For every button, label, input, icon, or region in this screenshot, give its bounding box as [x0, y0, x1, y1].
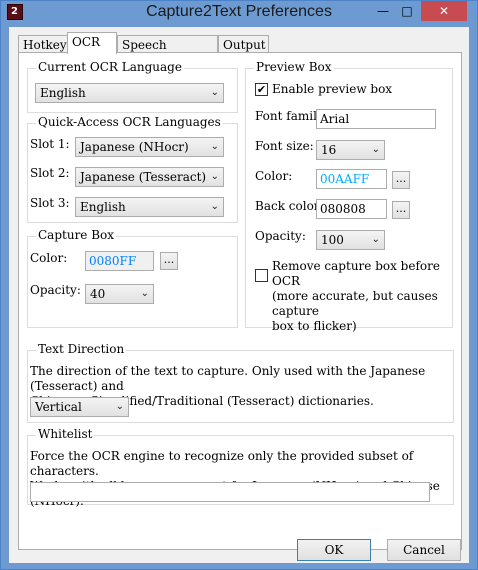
- preview-color-value: 00AAFF: [320, 172, 370, 186]
- whitelist-input[interactable]: [30, 482, 430, 502]
- remove-capture-box-label: Remove capture box before OCR (more accu…: [272, 259, 452, 334]
- back-color-field[interactable]: 080808: [316, 199, 387, 219]
- slot-2-value: Japanese (Tesseract): [80, 170, 207, 184]
- capture-color-value: 0080FF: [89, 254, 137, 268]
- quick-access-title: Quick-Access OCR Languages: [36, 115, 223, 129]
- tab-ocr[interactable]: OCR: [67, 32, 117, 54]
- chevron-down-icon: ⌄: [210, 171, 219, 182]
- dialog-client: Hotkeys OCR Speech Recognition Output Cu…: [9, 27, 469, 563]
- current-ocr-language-select[interactable]: English ⌄: [35, 83, 224, 103]
- current-ocr-language-title: Current OCR Language: [36, 60, 184, 74]
- ok-button[interactable]: OK: [297, 539, 371, 561]
- capture-color-label: Color:: [30, 251, 68, 265]
- preview-opacity-value: 100: [321, 233, 344, 247]
- cancel-button[interactable]: Cancel: [387, 539, 461, 561]
- chevron-down-icon: ⌄: [115, 401, 124, 412]
- back-color-value: 080808: [320, 202, 366, 216]
- current-ocr-language-group: Current OCR Language English ⌄: [27, 60, 238, 113]
- close-button[interactable]: ✕: [421, 1, 467, 21]
- enable-preview-checkbox[interactable]: ✔: [255, 83, 268, 96]
- chevron-down-icon: ⌄: [210, 201, 219, 212]
- font-size-select[interactable]: 16 ⌄: [316, 140, 385, 160]
- quick-access-group: Quick-Access OCR Languages Slot 1: Japan…: [27, 115, 238, 223]
- minimize-button[interactable]: —: [371, 1, 395, 21]
- font-size-label: Font size:: [255, 139, 314, 153]
- remove-capture-box-line-1: Remove capture box before OCR: [272, 259, 440, 288]
- chevron-down-icon: ⌄: [371, 234, 380, 245]
- preview-color-browse-button[interactable]: ...: [392, 171, 410, 189]
- maximize-button[interactable]: □: [395, 1, 419, 21]
- slot-2-select[interactable]: Japanese (Tesseract) ⌄: [75, 167, 224, 187]
- text-direction-title: Text Direction: [36, 342, 127, 356]
- preview-box-title: Preview Box: [254, 60, 334, 74]
- capture-opacity-value: 40: [90, 287, 106, 301]
- slot-3-value: English: [80, 200, 126, 214]
- current-ocr-language-value: English: [40, 86, 86, 100]
- remove-capture-box-line-3: box to flicker): [272, 319, 357, 333]
- preview-opacity-select[interactable]: 100 ⌄: [316, 230, 385, 250]
- chevron-down-icon: ⌄: [210, 141, 219, 152]
- slot-1-value: Japanese (NHocr): [80, 140, 189, 154]
- chevron-down-icon: ⌄: [140, 288, 149, 299]
- text-direction-select[interactable]: Vertical ⌄: [30, 397, 129, 417]
- preview-box-group: Preview Box ✔ Enable preview box Font fa…: [245, 60, 453, 333]
- whitelist-title: Whitelist: [36, 427, 95, 441]
- slot-1-label: Slot 1:: [30, 137, 70, 151]
- chevron-down-icon: ⌄: [210, 87, 219, 98]
- whitelist-desc-line-1: Force the OCR engine to recognize only t…: [30, 449, 414, 478]
- font-family-value: Arial: [320, 112, 350, 126]
- tab-hotkeys[interactable]: Hotkeys: [18, 35, 73, 53]
- capture-opacity-label: Opacity:: [30, 283, 81, 297]
- title-bar[interactable]: 2 Capture2Text Preferences — □ ✕: [1, 1, 477, 25]
- capture-opacity-select[interactable]: 40 ⌄: [85, 284, 154, 304]
- tab-output[interactable]: Output: [218, 35, 269, 53]
- preview-opacity-label: Opacity:: [255, 229, 306, 243]
- capture-box-group: Capture Box Color: 0080FF ... Opacity: 4…: [27, 228, 238, 328]
- slot-2-label: Slot 2:: [30, 166, 70, 180]
- font-size-value: 16: [321, 143, 337, 157]
- capture-color-browse-button[interactable]: ...: [160, 252, 178, 270]
- ocr-tab-panel: Current OCR Language English ⌄ Quick-Acc…: [18, 52, 462, 550]
- tab-speech-recognition[interactable]: Speech Recognition: [117, 35, 218, 70]
- capture-color-field[interactable]: 0080FF: [85, 251, 154, 271]
- text-direction-value: Vertical: [35, 400, 82, 414]
- preferences-window: 2 Capture2Text Preferences — □ ✕ Hotkeys…: [0, 0, 478, 570]
- text-direction-group: Text Direction The direction of the text…: [27, 342, 454, 423]
- back-color-label: Back color:: [255, 199, 324, 213]
- remove-capture-box-checkbox[interactable]: [255, 269, 268, 282]
- slot-1-select[interactable]: Japanese (NHocr) ⌄: [75, 137, 224, 157]
- text-direction-desc-line-1: The direction of the text to capture. On…: [30, 364, 426, 393]
- whitelist-group: Whitelist Force the OCR engine to recogn…: [27, 427, 454, 508]
- preview-color-label: Color:: [255, 169, 293, 183]
- back-color-browse-button[interactable]: ...: [392, 201, 410, 219]
- enable-preview-label: Enable preview box: [272, 82, 393, 96]
- remove-capture-box-line-2: (more accurate, but causes capture: [272, 289, 438, 318]
- font-family-input[interactable]: Arial: [316, 109, 436, 129]
- preview-color-field[interactable]: 00AAFF: [316, 169, 387, 189]
- slot-3-label: Slot 3:: [30, 196, 70, 210]
- chevron-down-icon: ⌄: [371, 144, 380, 155]
- capture-box-title: Capture Box: [36, 228, 117, 242]
- slot-3-select[interactable]: English ⌄: [75, 197, 224, 217]
